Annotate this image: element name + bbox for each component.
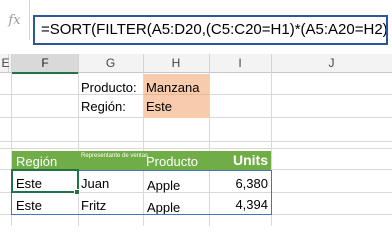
column-header-g[interactable]: G	[78, 54, 144, 73]
active-cell-selection[interactable]	[11, 169, 79, 193]
column-header-f[interactable]: F	[12, 54, 79, 74]
region-label: Región:	[81, 99, 126, 114]
grid-line	[0, 141, 392, 142]
column-header-row: E F G H I J	[0, 54, 392, 74]
column-header-i[interactable]: I	[209, 54, 272, 73]
header-units: Units	[233, 152, 268, 168]
fill-handle[interactable]	[74, 189, 80, 195]
header-product: Producto	[146, 154, 199, 169]
region-value-cell[interactable]: Este	[146, 99, 172, 114]
header-sales-rep: Representante de ventas	[81, 153, 149, 159]
column-header-h[interactable]: H	[143, 54, 210, 73]
formula-input[interactable]: =SORT(FILTER(A5:D20,(C5:C20=H1)*(A5:A20=…	[33, 15, 388, 45]
column-header-j[interactable]: J	[271, 54, 392, 73]
header-region: Región	[16, 154, 58, 169]
insert-function-button[interactable]: fx	[0, 0, 30, 40]
fx-icon: fx	[8, 12, 21, 28]
column-header-e[interactable]: E	[0, 54, 12, 73]
grid-line	[0, 148, 392, 149]
product-label: Producto:	[81, 80, 137, 95]
product-value-cell[interactable]: Manzana	[146, 80, 199, 95]
